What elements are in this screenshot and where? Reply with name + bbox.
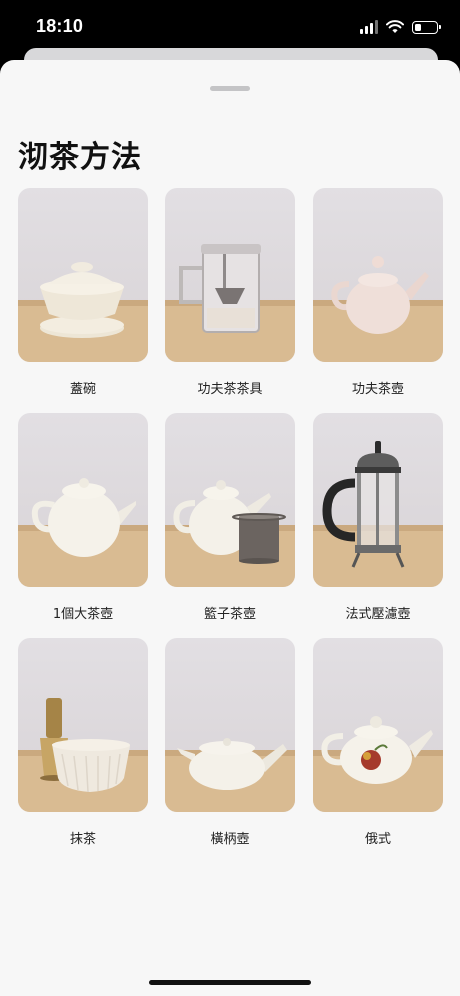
method-tile-kyusu[interactable]: 橫柄壺 bbox=[165, 638, 295, 847]
gaiwan-icon bbox=[18, 188, 148, 362]
method-tile-gongfu-tea-set[interactable]: 功夫茶茶具 bbox=[165, 188, 295, 397]
gongfu-teapot-icon bbox=[313, 188, 443, 362]
french-press-icon bbox=[313, 413, 443, 587]
cellular-signal-icon bbox=[360, 20, 378, 34]
basket-teapot-icon bbox=[165, 413, 295, 587]
status-icons bbox=[360, 18, 441, 36]
method-tile-french-press[interactable]: 法式壓濾壺 bbox=[313, 413, 443, 622]
wifi-icon bbox=[386, 20, 404, 33]
home-indicator[interactable] bbox=[149, 980, 311, 985]
method-label: 抹茶 bbox=[69, 832, 96, 847]
battery-icon bbox=[412, 20, 441, 34]
method-label: 籃子茶壺 bbox=[203, 607, 256, 622]
kyusu-teapot-icon bbox=[165, 638, 295, 812]
method-label: 法式壓濾壺 bbox=[345, 607, 411, 622]
method-label: 俄式 bbox=[364, 832, 391, 847]
method-label: 蓋碗 bbox=[69, 382, 96, 397]
method-label: 功夫茶茶具 bbox=[197, 382, 263, 397]
brewing-methods-sheet: 沏茶方法 蓋碗 功夫茶茶具 功夫茶壺 1個大茶壺 籃子茶壺 法式壓濾壺 抹茶 橫… bbox=[0, 60, 460, 996]
method-label: 1個大茶壺 bbox=[52, 607, 114, 622]
sheet-grabber[interactable] bbox=[210, 86, 250, 91]
battery-level bbox=[415, 23, 422, 31]
large-teapot-icon bbox=[18, 413, 148, 587]
matcha-icon bbox=[18, 638, 148, 812]
method-tile-large-teapot[interactable]: 1個大茶壺 bbox=[18, 413, 148, 622]
method-label: 功夫茶壺 bbox=[351, 382, 404, 397]
method-tile-basket-teapot[interactable]: 籃子茶壺 bbox=[165, 413, 295, 622]
gongfu-tea-set-icon bbox=[165, 188, 295, 362]
russian-teapot-icon bbox=[313, 638, 443, 812]
status-time: 18:10 bbox=[36, 16, 84, 36]
page-title: 沏茶方法 bbox=[18, 140, 142, 175]
method-tile-russian[interactable]: 俄式 bbox=[313, 638, 443, 847]
method-tile-matcha[interactable]: 抹茶 bbox=[18, 638, 148, 847]
method-tile-gaiwan[interactable]: 蓋碗 bbox=[18, 188, 148, 397]
method-tile-gongfu-teapot[interactable]: 功夫茶壺 bbox=[313, 188, 443, 397]
method-label: 橫柄壺 bbox=[210, 832, 250, 847]
